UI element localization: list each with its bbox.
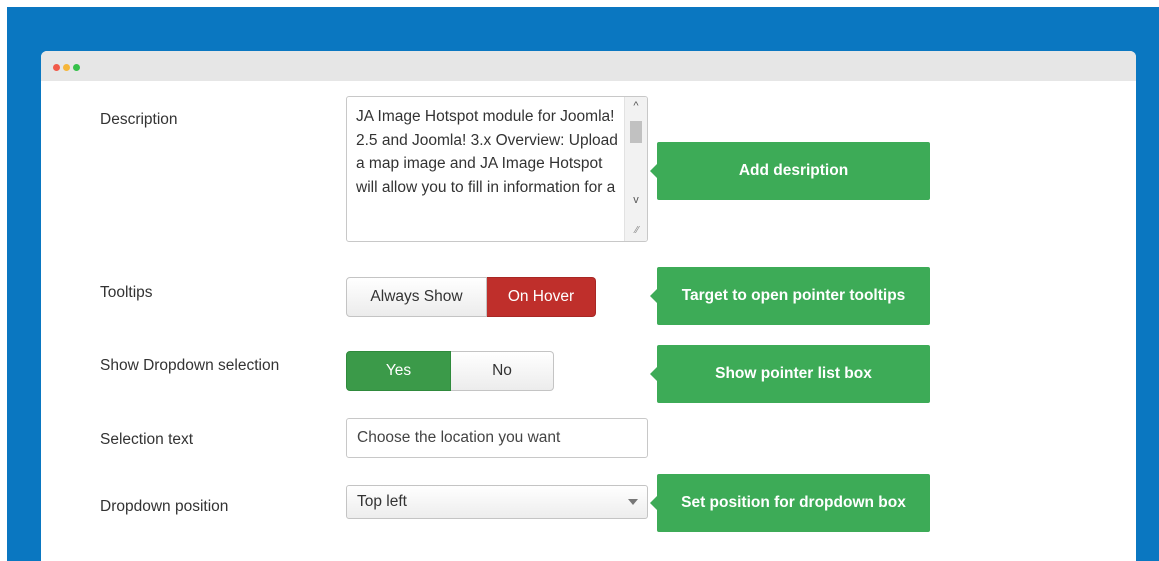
description-text: JA Image Hotspot module for Joomla! 2.5 … — [356, 108, 618, 196]
close-window-dot[interactable] — [53, 64, 60, 71]
dropdown-position-select[interactable]: Top left — [346, 485, 648, 519]
callout-tooltips: Target to open pointer tooltips — [650, 267, 930, 325]
selection-text-label: Selection text — [100, 431, 194, 448]
yes-button[interactable]: Yes — [346, 351, 451, 391]
chevron-down-icon — [628, 499, 638, 505]
callout-dropdown: Show pointer list box — [650, 345, 930, 403]
description-label: Description — [100, 111, 178, 128]
resize-handle-icon[interactable]: ⁄⁄ — [629, 223, 645, 239]
maximize-window-dot[interactable] — [73, 64, 80, 71]
tooltips-label: Tooltips — [100, 284, 153, 301]
window-titlebar — [41, 51, 1136, 81]
no-button[interactable]: No — [451, 351, 554, 391]
on-hover-button[interactable]: On Hover — [487, 277, 596, 317]
minimize-window-dot[interactable] — [63, 64, 70, 71]
browser-window: Description JA Image Hotspot module for … — [41, 51, 1136, 561]
show-dropdown-label: Show Dropdown selection — [100, 357, 280, 374]
callout-add-description: Add desription — [650, 142, 930, 200]
dropdown-position-value: Top left — [357, 493, 407, 510]
always-show-button[interactable]: Always Show — [346, 277, 487, 317]
callout-position: Set position for dropdown box — [650, 474, 930, 532]
description-textarea[interactable]: JA Image Hotspot module for Joomla! 2.5 … — [346, 96, 648, 242]
scroll-thumb[interactable] — [630, 121, 642, 143]
dropdown-position-label: Dropdown position — [100, 498, 229, 515]
scroll-up-arrow-icon[interactable]: ^ — [625, 97, 647, 115]
textarea-scrollbar[interactable]: ^ v — [624, 97, 647, 241]
dropdown-toggle-group: Yes No — [346, 351, 554, 391]
tooltips-toggle-group: Always Show On Hover — [346, 277, 596, 317]
scroll-down-arrow-icon[interactable]: v — [625, 191, 647, 209]
selection-text-input[interactable] — [346, 418, 648, 458]
